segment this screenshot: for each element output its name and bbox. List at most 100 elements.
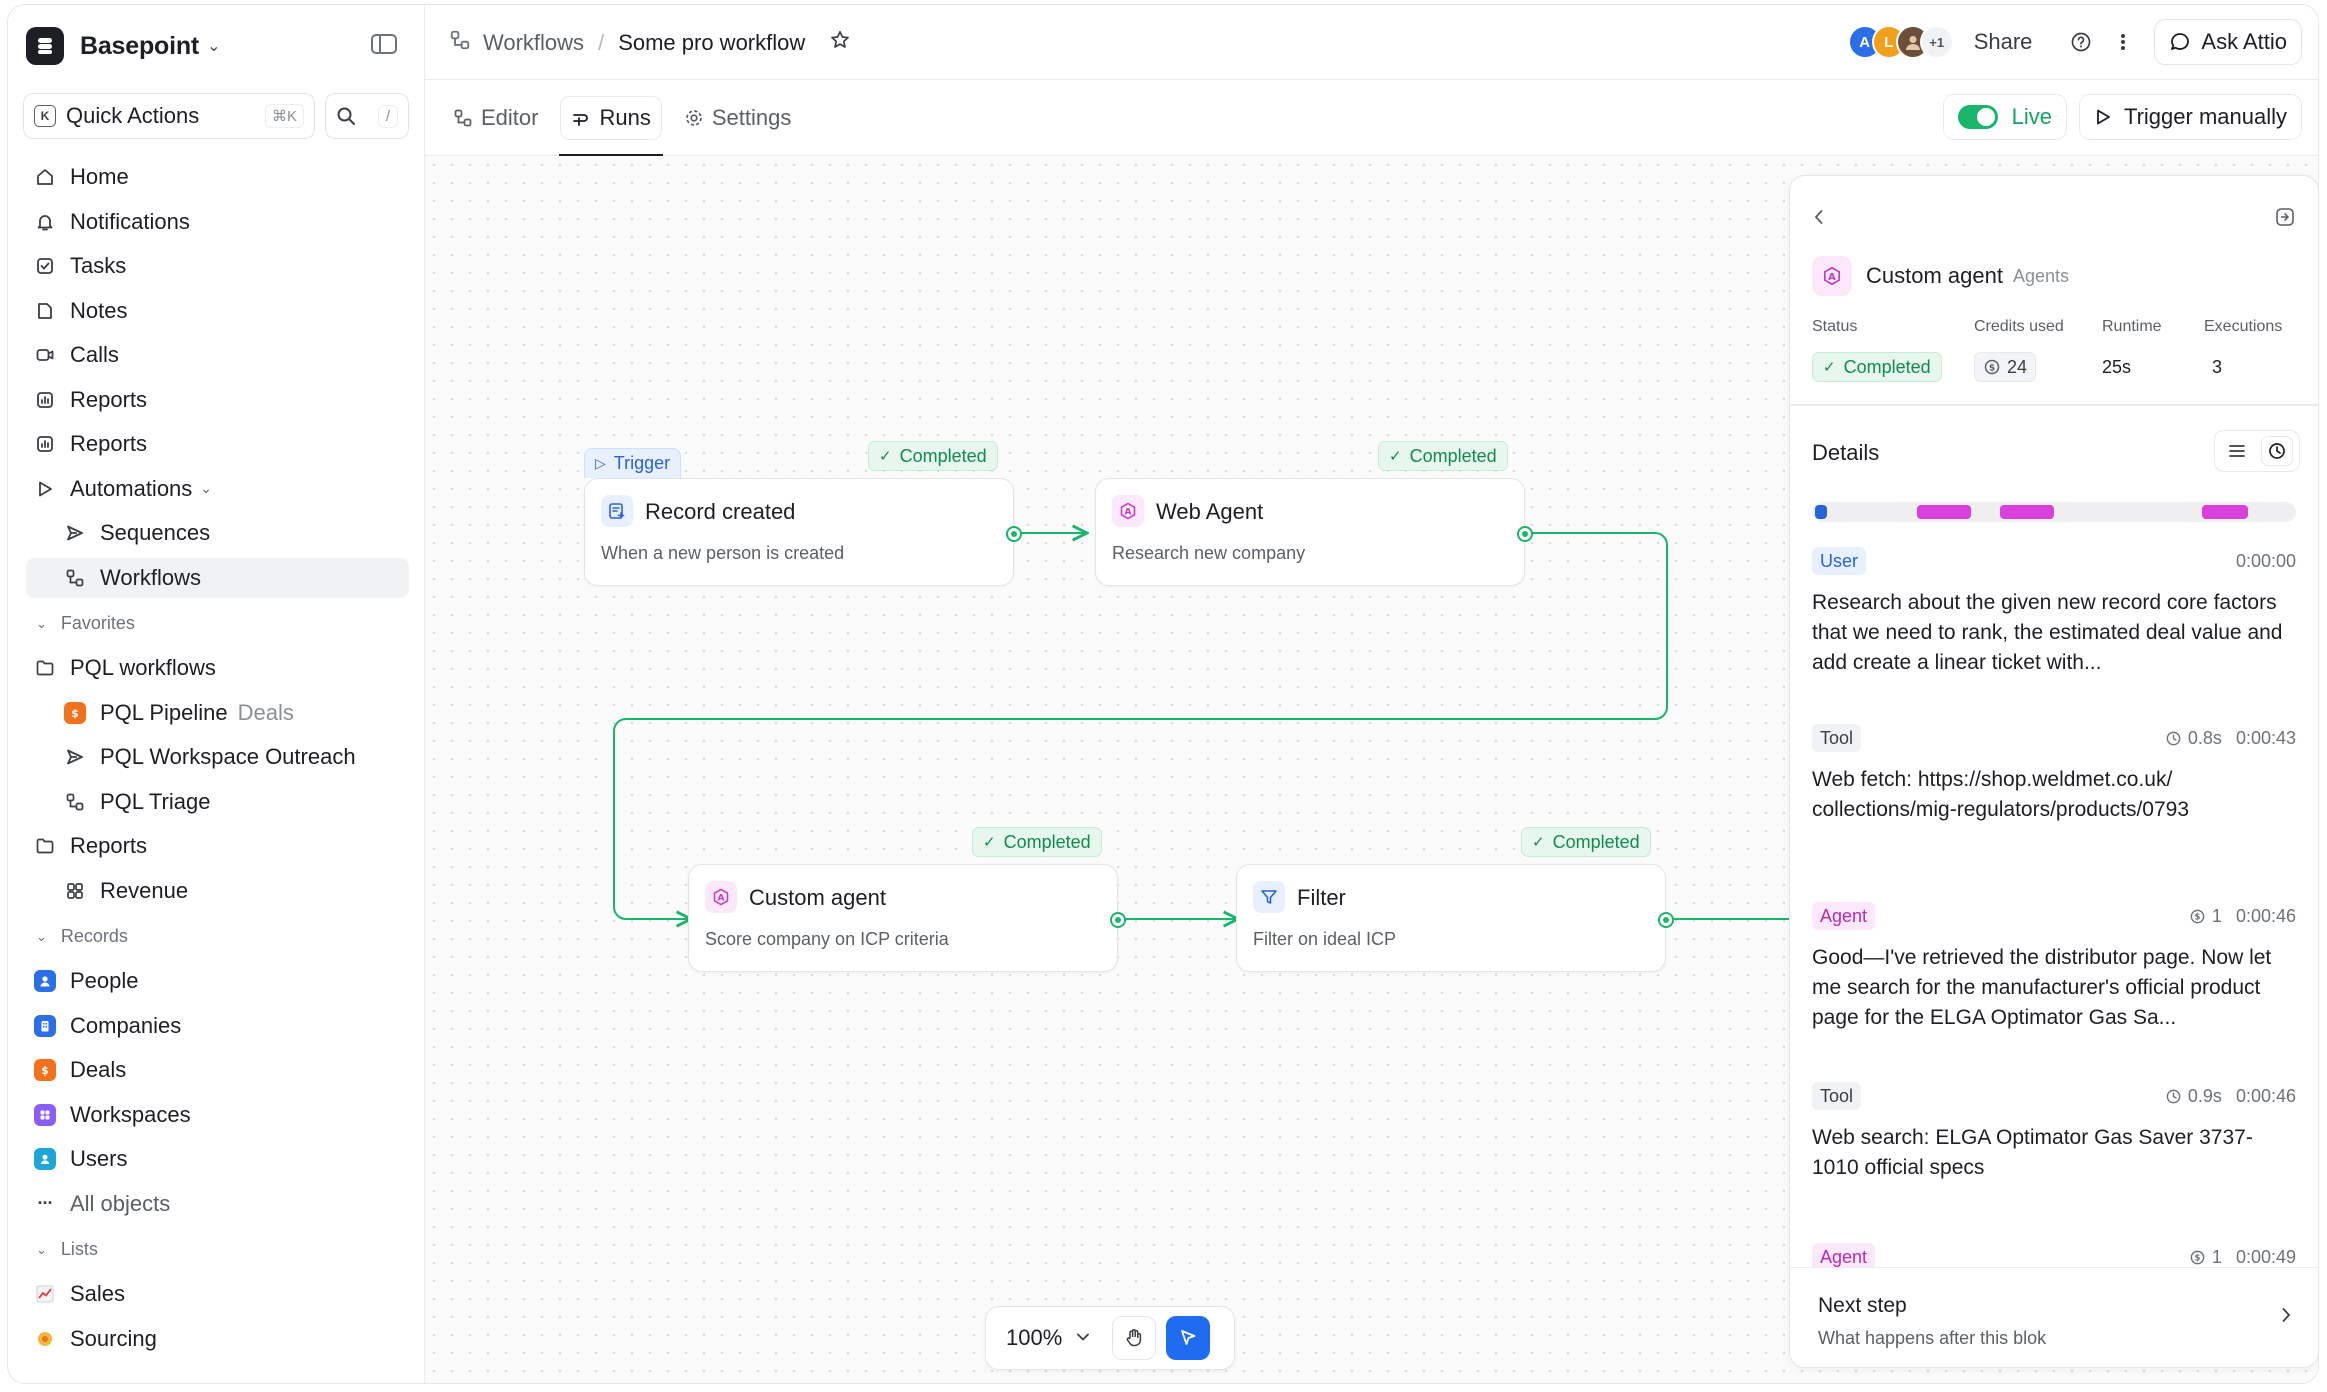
- sidebar-item-sourcing[interactable]: Sourcing: [26, 1319, 409, 1359]
- sidebar-item-reports[interactable]: Reports: [26, 380, 409, 420]
- bell-icon: [34, 211, 56, 233]
- sidebar-item-reports-folder[interactable]: Reports: [26, 826, 409, 866]
- clock-icon: [2166, 731, 2181, 745]
- sidebar-toggle-icon[interactable]: [370, 32, 400, 58]
- top-right-actions: A L +1 Share Ask Attio: [1847, 17, 2302, 67]
- toggle-switch[interactable]: [1957, 105, 1998, 129]
- user-circle-icon: [34, 1148, 56, 1170]
- node-filter[interactable]: Filter Filter on ideal ICP: [1236, 864, 1674, 972]
- live-toggle[interactable]: Live: [1942, 94, 2067, 140]
- search-button[interactable]: /: [325, 93, 409, 139]
- event-kind-badge: User: [1812, 547, 1867, 575]
- help-icon[interactable]: [2066, 27, 2096, 57]
- workspace-switcher[interactable]: Basepoint ⌄: [26, 23, 406, 69]
- node-subtitle: Research new company: [1112, 543, 1306, 563]
- details-view-toggle: [2214, 430, 2300, 472]
- node-subtitle: Filter on ideal ICP: [1253, 929, 1397, 949]
- status-badge: ✓ Completed: [1378, 441, 1508, 471]
- output-port[interactable]: [1658, 912, 1674, 928]
- event-item[interactable]: Tool 0.8s 0:00:43 Web fetch: https://sho…: [1812, 723, 2296, 901]
- event-item[interactable]: Tool 0.9s 0:00:46 Web search: ELGA Optim…: [1812, 1081, 2296, 1242]
- sidebar-item-pql-workspace-outreach[interactable]: PQL Workspace Outreach: [26, 737, 409, 777]
- collaborator-avatars[interactable]: A L +1: [1847, 25, 1954, 59]
- output-port[interactable]: [1517, 526, 1533, 542]
- sidebar-item-people[interactable]: People: [26, 961, 409, 1001]
- sidebar-item-deals[interactable]: $ Deals: [26, 1050, 409, 1090]
- sidebar-item-pql-pipeline[interactable]: $ PQL Pipeline Deals: [26, 693, 409, 733]
- workflow-icon: [449, 29, 471, 57]
- zoom-toolbar: 100%: [985, 1306, 1235, 1370]
- sidebar-item-home[interactable]: Home: [26, 157, 409, 197]
- panel-meta: Agents: [2012, 265, 2070, 286]
- event-item[interactable]: Agent $1 0:00:46 Good—I've retrieved the…: [1812, 901, 2296, 1081]
- chevron-left-icon[interactable]: [1812, 208, 1826, 231]
- chevron-down-icon[interactable]: [1076, 1329, 1090, 1347]
- list-view-icon[interactable]: [2221, 436, 2253, 466]
- sidebar-item-sequences[interactable]: Sequences: [26, 513, 409, 553]
- event-item[interactable]: User 0:00:00 Research about the given ne…: [1812, 546, 2296, 723]
- sidebar-item-sales[interactable]: Sales: [26, 1274, 409, 1314]
- live-label: Live: [2011, 104, 2052, 129]
- tab-editor[interactable]: Editor: [443, 96, 548, 140]
- check-icon: ✓: [879, 448, 892, 465]
- timeline-view-icon[interactable]: [2261, 436, 2293, 466]
- hand-icon: [1126, 1329, 1142, 1347]
- favorites-header[interactable]: ⌄ Favorites: [26, 604, 409, 644]
- star-icon[interactable]: [829, 29, 851, 57]
- sidebar-item-workspaces[interactable]: Workspaces: [26, 1095, 409, 1135]
- records-header[interactable]: ⌄ Records: [26, 917, 409, 957]
- sidebar-item-pql-triage[interactable]: PQL Triage: [26, 782, 409, 822]
- chevron-down-icon: ⌄: [200, 480, 213, 496]
- tab-settings[interactable]: Settings: [674, 96, 802, 140]
- timeline-segment-user[interactable]: [1815, 505, 1827, 519]
- timeline-segment-agent[interactable]: [2202, 505, 2248, 519]
- breadcrumb-parent[interactable]: Workflows: [483, 30, 584, 56]
- event-kind-badge: Tool: [1812, 1082, 1862, 1110]
- sidebar-item-users[interactable]: Users: [26, 1139, 409, 1179]
- sidebar-item-workflows[interactable]: Workflows: [26, 557, 409, 598]
- node-web-agent[interactable]: A Web Agent Research new company: [1095, 478, 1533, 586]
- tab-runs[interactable]: Runs: [559, 96, 664, 156]
- more-vertical-icon[interactable]: [2108, 27, 2138, 57]
- play-icon: [2097, 109, 2110, 125]
- select-tool-button[interactable]: [1166, 1316, 1211, 1360]
- sidebar-item-label: Companies: [70, 1012, 182, 1038]
- node-record-created[interactable]: Record created When a new person is crea…: [584, 478, 1022, 586]
- output-port[interactable]: [1006, 526, 1022, 542]
- event-text: Web search: ELGA Optimator Gas Saver 373…: [1812, 1126, 2253, 1179]
- event-credits: 1: [2211, 905, 2222, 926]
- next-step-row[interactable]: Next step What happens after this blok: [1790, 1267, 2318, 1367]
- node-custom-agent[interactable]: A Custom agent Score company on ICP crit…: [688, 864, 1126, 972]
- event-time: 0:00:46: [2235, 905, 2296, 926]
- quick-actions-button[interactable]: K Quick Actions ⌘K: [23, 93, 315, 139]
- sidebar-item-notifications[interactable]: Notifications: [26, 202, 409, 242]
- timeline-segment-agent[interactable]: [2000, 505, 2054, 519]
- output-port[interactable]: [1110, 912, 1126, 928]
- exit-panel-icon[interactable]: [2274, 206, 2296, 233]
- trigger-manually-button[interactable]: Trigger manually: [2078, 94, 2302, 140]
- sidebar-item-tasks[interactable]: Tasks: [26, 246, 409, 286]
- lists-header[interactable]: ⌄ Lists: [26, 1230, 409, 1270]
- share-button[interactable]: Share: [1974, 29, 2033, 55]
- hand-tool-button[interactable]: [1112, 1316, 1157, 1360]
- avatar-overflow: +1: [1919, 25, 1954, 59]
- breadcrumb-current[interactable]: Some pro workflow: [618, 30, 805, 56]
- sidebar-item-notes[interactable]: Notes: [26, 291, 409, 331]
- sidebar-item-all-objects[interactable]: ··· All objects: [26, 1184, 409, 1224]
- sidebar-item-pql-workflows[interactable]: PQL workflows: [26, 648, 409, 688]
- sidebar-item-reports-2[interactable]: Reports: [26, 424, 409, 464]
- play-icon: ▷: [595, 455, 606, 471]
- timeline-segment-agent[interactable]: [1917, 505, 1971, 519]
- sidebar-item-companies[interactable]: Companies: [26, 1006, 409, 1046]
- workflow-icon: [64, 791, 86, 813]
- quick-actions-label: Quick Actions: [66, 103, 200, 128]
- section-label: Lists: [60, 1239, 98, 1259]
- sidebar-item-automations[interactable]: Automations ⌄: [26, 469, 409, 509]
- sidebar-item-revenue[interactable]: Revenue: [26, 871, 409, 911]
- zoom-level[interactable]: 100%: [1006, 1325, 1062, 1351]
- sidebar-item-calls[interactable]: Calls: [26, 335, 409, 375]
- run-timeline[interactable]: [1812, 502, 2296, 522]
- sidebar-item-meta: Deals: [237, 699, 294, 725]
- ask-attio-button[interactable]: Ask Attio: [2154, 19, 2302, 65]
- section-label: Favorites: [60, 613, 135, 633]
